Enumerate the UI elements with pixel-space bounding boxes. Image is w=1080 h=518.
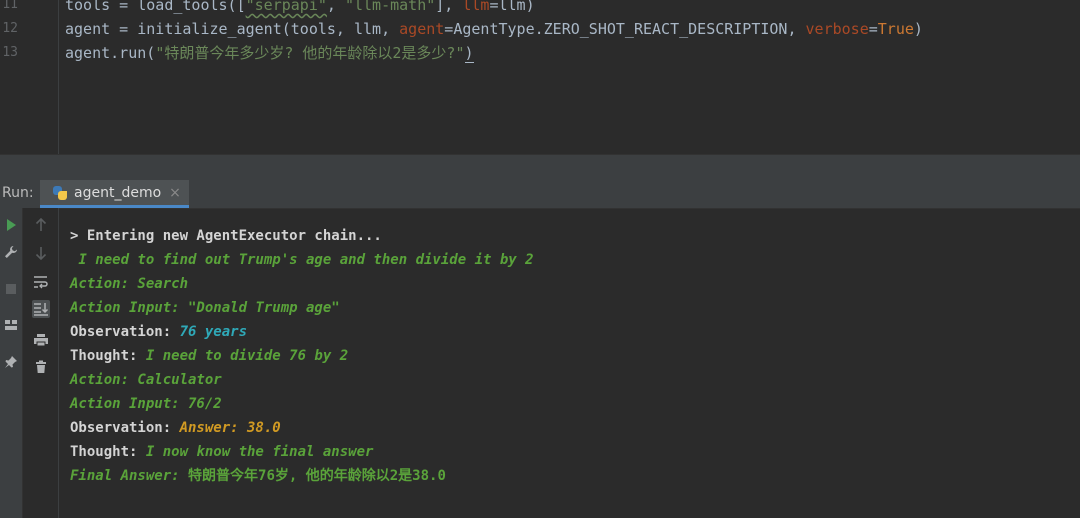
code-boolean: True — [877, 20, 914, 38]
console-value: 76 years — [179, 324, 248, 340]
code-text: tools = load_tools([ — [65, 0, 246, 14]
pin-icon[interactable] — [2, 353, 20, 371]
code-text: agent = initialize_agent(tools, llm, — [65, 20, 400, 38]
line-number: 11 — [2, 0, 18, 12]
code-keyword-arg: llm — [462, 0, 490, 14]
run-icon[interactable] — [2, 216, 20, 234]
console-value: I now know the final answer — [145, 444, 374, 460]
code-text: ) — [464, 44, 474, 63]
console-line: Final Answer: 特朗普今年76岁, 他的年龄除以2是38.0 — [70, 464, 446, 488]
code-text: ], — [435, 0, 463, 14]
run-tool-window-header: Run: agent_demo × — [0, 180, 1080, 209]
code-string: "特朗普今年多少岁? 他的年龄除以2是多少?" — [155, 44, 465, 62]
console-label: Final Answer: — [70, 468, 189, 484]
run-toolbar-primary — [0, 208, 23, 518]
close-icon[interactable]: × — [169, 185, 181, 201]
python-icon — [52, 185, 68, 201]
console-value: 特朗普今年76岁, 他的年龄除以2是38.0 — [188, 468, 446, 484]
trash-icon[interactable] — [32, 358, 50, 376]
soft-wrap-icon[interactable] — [32, 273, 50, 291]
console-label: Observation: — [70, 324, 180, 340]
code-text: ) — [913, 20, 923, 38]
console-label: Thought: — [70, 444, 146, 460]
code-text: = — [868, 20, 878, 38]
console-line: Thought: I need to divide 76 by 2 — [70, 344, 348, 368]
scroll-to-end-icon[interactable] — [32, 300, 50, 318]
console-line: I need to find out Trump's age and then … — [70, 252, 534, 268]
code-text: =llm) — [489, 0, 535, 14]
line-number: 13 — [2, 45, 18, 60]
console-value: Answer: 38.0 — [179, 420, 281, 436]
code-text: agent.run( — [65, 44, 156, 62]
code-keyword-arg: verbose — [805, 20, 869, 38]
console-line: Thought: I now know the final answer — [70, 440, 373, 464]
code-editor[interactable]: 11 12 13 tools = load_tools(["serpapi", … — [0, 0, 1080, 154]
code-text: , — [326, 0, 345, 14]
console-value: I need to divide 76 by 2 — [145, 348, 349, 364]
run-tab-label: agent_demo — [74, 184, 162, 201]
code-line-12[interactable]: agent = initialize_agent(tools, llm, age… — [65, 17, 923, 41]
arrow-down-icon[interactable] — [32, 244, 50, 262]
line-number: 12 — [2, 21, 18, 36]
console-line: Action: Search — [70, 276, 189, 292]
run-label: Run: — [2, 185, 34, 201]
console-label: Observation: — [70, 420, 180, 436]
code-keyword-arg: agent — [399, 20, 445, 38]
code-string: "llm-math" — [344, 0, 436, 14]
code-line-13[interactable]: agent.run("特朗普今年多少岁? 他的年龄除以2是多少?") — [65, 41, 474, 65]
console-line: Action Input: 76/2 — [70, 396, 222, 412]
console-line: Action Input: "Donald Trump age" — [70, 300, 340, 316]
console-line: Observation: Answer: 38.0 — [70, 416, 281, 440]
code-line-11[interactable]: tools = load_tools(["serpapi", "llm-math… — [65, 0, 535, 17]
console-line: Observation: 76 years — [70, 320, 247, 344]
run-toolbar-secondary — [23, 208, 59, 518]
console-line: Action: Calculator — [70, 372, 222, 388]
line-number-gutter: 11 12 13 — [0, 0, 59, 154]
code-string: "serpapi" — [245, 0, 327, 14]
stop-icon[interactable] — [2, 280, 20, 298]
arrow-up-icon[interactable] — [32, 216, 50, 234]
console-line: > Entering new AgentExecutor chain... — [70, 228, 382, 244]
print-icon[interactable] — [32, 331, 50, 349]
code-text: =AgentType.ZERO_SHOT_REACT_DESCRIPTION, — [444, 20, 806, 38]
wrench-icon[interactable] — [2, 243, 20, 261]
layout-icon[interactable] — [2, 316, 20, 334]
run-tab-agent-demo[interactable]: agent_demo × — [40, 180, 189, 208]
panel-divider[interactable] — [0, 154, 1080, 181]
console-label: Thought: — [70, 348, 146, 364]
